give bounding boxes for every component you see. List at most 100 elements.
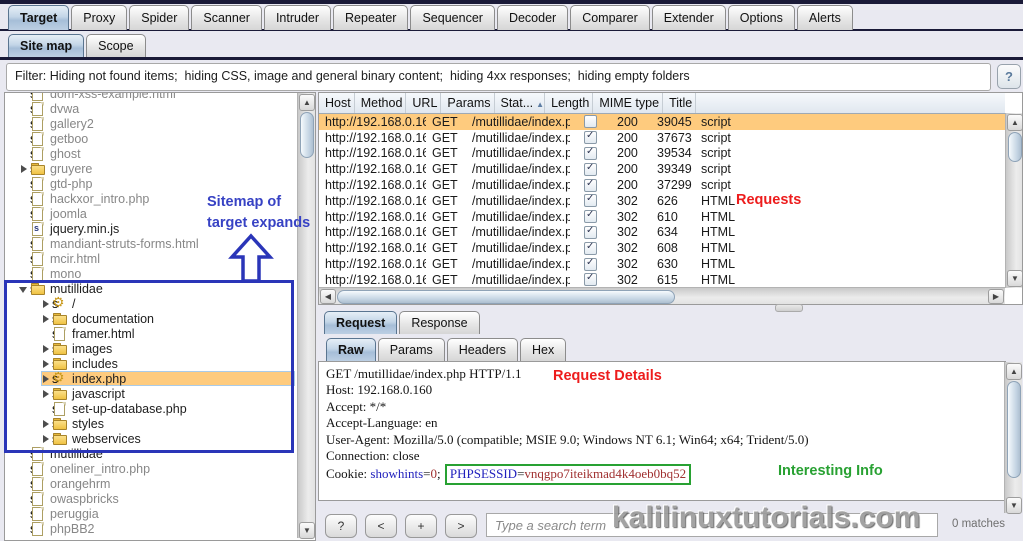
script-glyph: s (30, 522, 36, 536)
app-tab[interactable]: Scanner (191, 5, 262, 30)
column-header[interactable]: Stat...▲ (495, 93, 546, 113)
app-tab[interactable]: Options (728, 5, 795, 30)
filter-bar[interactable]: Filter: Hiding not found items; hiding C… (6, 63, 991, 91)
tree-item[interactable]: s gruyere (19, 161, 295, 176)
search-next-button[interactable]: > (445, 514, 477, 538)
table-row[interactable]: http://192.168.0.160 GET /mutillidae/ind… (319, 146, 1005, 162)
table-row[interactable]: http://192.168.0.160 GET /mutillidae/ind… (319, 193, 1005, 209)
tree-item[interactable]: s getboo (19, 131, 295, 146)
tree-expand-icon[interactable] (19, 209, 30, 219)
tree-expand-icon[interactable] (19, 479, 30, 489)
column-header[interactable]: URL (406, 93, 441, 113)
app-tab[interactable]: Extender (652, 5, 726, 30)
tree-item[interactable]: s oneliner_intro.php (19, 461, 295, 476)
cell-method: GET (426, 225, 466, 239)
tree-item[interactable]: s phpBB2 (19, 521, 295, 536)
tree-expand-icon[interactable] (19, 269, 30, 279)
column-header[interactable]: Host (319, 93, 355, 113)
table-row[interactable]: http://192.168.0.160 GET /mutillidae/ind… (319, 114, 1005, 130)
scroll-down-icon[interactable]: ▼ (1007, 270, 1023, 287)
tree-item[interactable]: s dom-xss-example.html (19, 92, 295, 101)
scroll-up-icon[interactable]: ▲ (1006, 363, 1022, 380)
message-view-tab[interactable]: Headers (447, 338, 518, 361)
script-glyph: s (30, 177, 36, 191)
request-scrollbar-thumb[interactable] (1007, 381, 1021, 478)
tree-expand-icon[interactable] (19, 254, 30, 264)
message-view-tab[interactable]: Hex (520, 338, 566, 361)
scroll-right-icon[interactable]: ▶ (988, 289, 1004, 304)
tree-expand-icon[interactable] (19, 104, 30, 114)
app-tab[interactable]: Proxy (71, 5, 127, 30)
column-header[interactable]: Length (545, 93, 593, 113)
table-row[interactable]: http://192.168.0.160 GET /mutillidae/ind… (319, 161, 1005, 177)
scroll-up-icon[interactable]: ▲ (1007, 114, 1023, 131)
tree-item[interactable]: s peruggia (19, 506, 295, 521)
message-tab[interactable]: Request (324, 311, 397, 334)
tree-expand-icon[interactable] (19, 239, 30, 249)
search-help-button[interactable]: ? (325, 514, 357, 538)
tree-expand-icon[interactable] (19, 179, 30, 189)
filter-help-button[interactable]: ? (997, 64, 1021, 89)
column-header[interactable]: Method (355, 93, 407, 113)
app-tab[interactable]: Sequencer (410, 5, 494, 30)
table-vscrollbar-thumb[interactable] (1008, 132, 1022, 162)
tree-item-label: oneliner_intro.php (50, 462, 150, 476)
target-sub-tab[interactable]: Scope (86, 34, 145, 57)
table-row[interactable]: http://192.168.0.160 GET /mutillidae/ind… (319, 272, 1005, 287)
target-sub-tab[interactable]: Site map (8, 34, 84, 57)
table-row[interactable]: http://192.168.0.160 GET /mutillidae/ind… (319, 209, 1005, 225)
cell-host: http://192.168.0.160 (319, 131, 426, 145)
app-tab[interactable]: Spider (129, 5, 189, 30)
app-tab[interactable]: Repeater (333, 5, 408, 30)
table-hscrollbar-thumb[interactable] (337, 290, 675, 304)
tree-item[interactable]: s owaspbricks (19, 491, 295, 506)
tree-expand-icon[interactable] (19, 194, 30, 204)
table-row[interactable]: http://192.168.0.160 GET /mutillidae/ind… (319, 225, 1005, 241)
splitter-handle[interactable] (775, 304, 803, 312)
tree-expand-icon[interactable] (19, 524, 30, 534)
column-header[interactable]: MIME type (593, 93, 663, 113)
table-row[interactable]: http://192.168.0.160 GET /mutillidae/ind… (319, 177, 1005, 193)
table-hscrollbar[interactable]: ◀ ▶ (319, 287, 1005, 304)
cell-url: /mutillidae/index.php (466, 115, 570, 129)
tree-expand-icon[interactable] (19, 149, 30, 159)
search-add-button[interactable]: + (405, 514, 437, 538)
tree-item[interactable]: s ghost (19, 146, 295, 161)
message-view-tab[interactable]: Raw (326, 338, 376, 361)
tree-expand-icon[interactable] (19, 119, 30, 129)
column-header[interactable]: Title (663, 93, 696, 113)
column-header[interactable]: Params (441, 93, 494, 113)
app-tab[interactable]: Target (8, 5, 69, 30)
tree-expand-icon[interactable] (19, 92, 30, 99)
request-scrollbar[interactable]: ▲ ▼ (1004, 362, 1022, 513)
tree-item[interactable]: s gtd-php (19, 176, 295, 191)
app-tab[interactable]: Intruder (264, 5, 331, 30)
tree-expand-icon[interactable] (19, 224, 30, 234)
tree-expand-icon[interactable] (19, 509, 30, 519)
message-view-tab[interactable]: Params (378, 338, 445, 361)
request-raw-view[interactable]: GET /mutillidae/index.php HTTP/1.1Host: … (318, 361, 1006, 501)
app-tab[interactable]: Alerts (797, 5, 853, 30)
scroll-down-icon[interactable]: ▼ (299, 522, 315, 539)
message-sub-tab-bar: Raw Params Headers Hex (326, 338, 566, 361)
tree-expand-icon[interactable] (19, 134, 30, 144)
tree-scrollbar-thumb[interactable] (300, 112, 314, 158)
app-tab[interactable]: Comparer (570, 5, 650, 30)
table-row[interactable]: http://192.168.0.160 GET /mutillidae/ind… (319, 256, 1005, 272)
search-prev-button[interactable]: < (365, 514, 397, 538)
tree-item[interactable]: s gallery2 (19, 116, 295, 131)
message-tab[interactable]: Response (399, 311, 479, 334)
table-row[interactable]: http://192.168.0.160 GET /mutillidae/ind… (319, 130, 1005, 146)
table-vscrollbar[interactable]: ▲ ▼ (1005, 113, 1023, 288)
scroll-up-icon[interactable]: ▲ (299, 94, 315, 111)
tree-item[interactable]: s orangehrm (19, 476, 295, 491)
table-row[interactable]: http://192.168.0.160 GET /mutillidae/ind… (319, 240, 1005, 256)
tree-item[interactable]: s dvwa (19, 101, 295, 116)
tree-expand-icon[interactable] (19, 164, 30, 174)
scroll-left-icon[interactable]: ◀ (320, 289, 336, 304)
tree-scrollbar[interactable]: ▲ ▼ (297, 93, 315, 538)
scroll-down-icon[interactable]: ▼ (1006, 497, 1022, 514)
tree-expand-icon[interactable] (19, 464, 30, 474)
tree-expand-icon[interactable] (19, 494, 30, 504)
app-tab[interactable]: Decoder (497, 5, 568, 30)
